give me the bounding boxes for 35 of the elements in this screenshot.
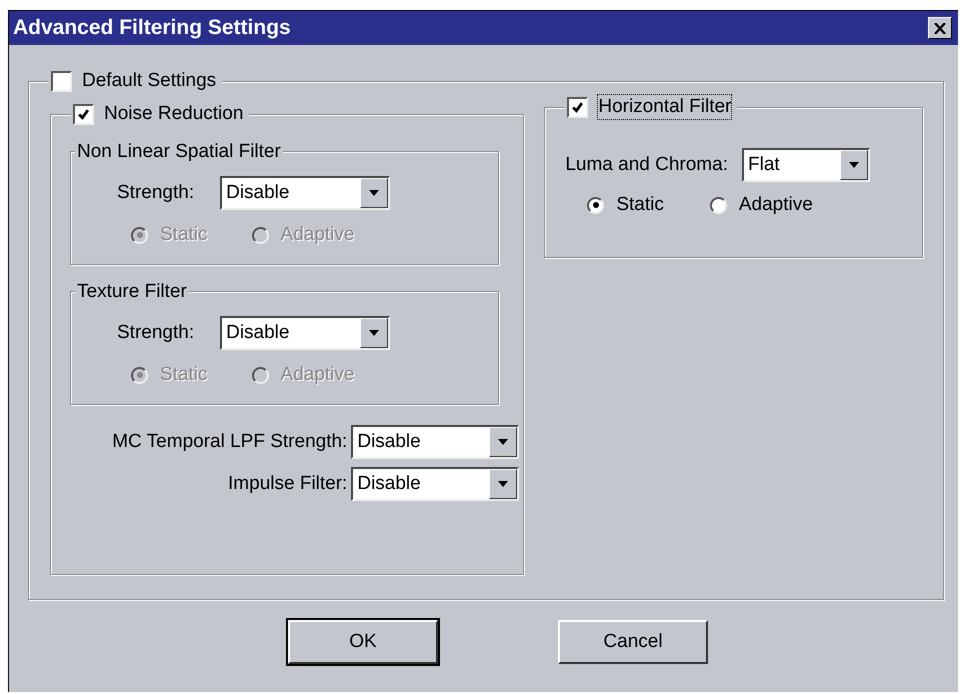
radio-button[interactable]: [587, 196, 604, 214]
dropdown-arrow-icon: [498, 481, 508, 487]
checkbox[interactable]: [51, 70, 72, 92]
radio-label: Adaptive: [738, 194, 813, 216]
field-label: Impulse Filter:: [228, 473, 348, 495]
field-label: Luma and Chroma:: [565, 154, 728, 176]
close-icon: [934, 22, 946, 34]
group-title: Non Linear Spatial Filter: [75, 140, 283, 164]
dropdown-arrow-icon: [849, 162, 859, 168]
checkbox-label: Horizontal Filter: [598, 95, 732, 119]
field-label: MC Temporal LPF Strength:: [112, 431, 348, 453]
field-label: Strength:: [117, 322, 194, 344]
window-title: Advanced Filtering Settings: [13, 16, 291, 40]
field-label: Strength:: [117, 182, 194, 204]
radio-label: Adaptive: [280, 364, 354, 386]
radio-label: Static: [160, 364, 208, 386]
checkbox-label: Noise Reduction: [104, 102, 244, 126]
dropdown[interactable]: Flat: [742, 148, 870, 182]
checkbox[interactable]: [567, 96, 588, 118]
dropdown[interactable]: Disable: [351, 425, 520, 459]
dropdown-arrow-icon: [498, 439, 508, 445]
check-icon: [571, 100, 584, 114]
radio-label: Static: [160, 224, 208, 246]
radio-label: Static: [616, 194, 664, 216]
radio-label: Adaptive: [280, 224, 354, 246]
checkbox[interactable]: [73, 104, 94, 124]
check-icon: [77, 108, 90, 120]
dropdown-arrow-icon: [369, 190, 380, 196]
dropdown-arrow-icon: [369, 330, 380, 336]
radio-button[interactable]: [710, 196, 727, 214]
dialog-button[interactable]: Cancel: [558, 620, 708, 664]
checkbox-label: Default Settings: [82, 69, 216, 93]
dialog-button[interactable]: OK: [288, 620, 438, 664]
dropdown[interactable]: Disable: [351, 467, 520, 501]
close-button[interactable]: [928, 17, 952, 39]
